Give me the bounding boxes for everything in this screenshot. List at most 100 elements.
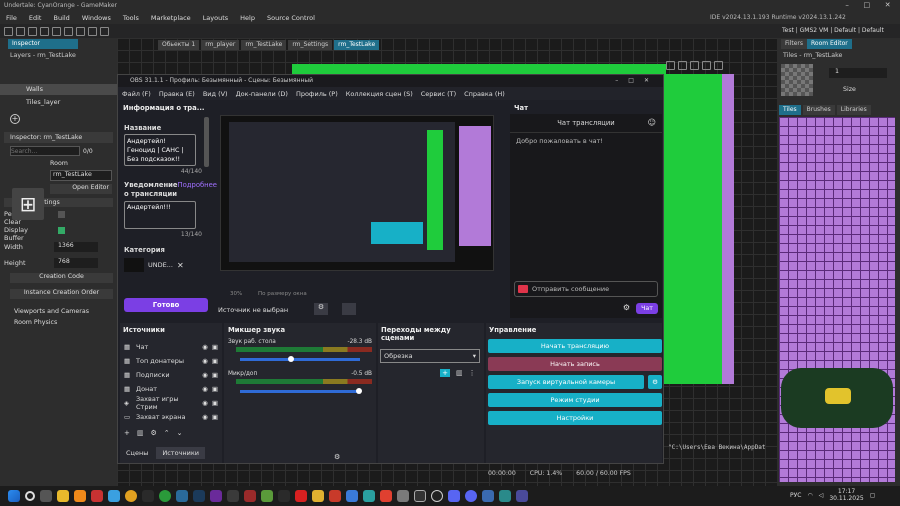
app-icon[interactable] xyxy=(397,490,409,502)
vlc-icon[interactable] xyxy=(74,490,86,502)
app-icon[interactable] xyxy=(227,490,239,502)
app-icon[interactable] xyxy=(499,490,511,502)
add-transition-icon[interactable]: + xyxy=(440,369,450,377)
lock-icon[interactable]: ▣ xyxy=(212,399,218,407)
source-item[interactable]: ▦ Донат ◉ ▣ xyxy=(120,382,222,396)
tab-room-editor[interactable]: Room Editor xyxy=(807,39,852,49)
done-button[interactable]: Готово xyxy=(124,298,208,312)
tab-editor[interactable]: rm_TestLake xyxy=(241,40,287,50)
tray-lang[interactable]: РУС xyxy=(790,492,801,499)
studio-mode-button[interactable]: Режим студии xyxy=(488,393,662,407)
zoom-mode[interactable]: По размеру окна xyxy=(258,291,307,297)
app-icon[interactable] xyxy=(312,490,324,502)
app-icon[interactable] xyxy=(346,490,358,502)
tab-editor[interactable]: rm_player xyxy=(201,40,240,50)
obs-menu-tools[interactable]: Сервис (T) xyxy=(417,90,460,98)
height-field[interactable]: 768 xyxy=(54,258,98,268)
virtual-camera-button[interactable]: Запуск виртуальной камеры xyxy=(488,375,644,389)
menu-edit[interactable]: Edit xyxy=(23,14,48,22)
obs-icon[interactable] xyxy=(431,490,443,502)
menu-source-control[interactable]: Source Control xyxy=(261,14,321,22)
source-item[interactable]: ▦ Топ донатеры ◉ ▣ xyxy=(120,354,222,368)
task-view-icon[interactable] xyxy=(40,490,52,502)
lock-icon[interactable]: ▣ xyxy=(212,357,218,365)
lock-icon[interactable]: ▣ xyxy=(212,385,218,393)
more-icon[interactable]: ⋮ xyxy=(469,369,476,377)
tab-editor[interactable]: rm_Settings xyxy=(288,40,333,50)
minecraft-icon[interactable] xyxy=(261,490,273,502)
persistent-checkbox[interactable] xyxy=(58,210,65,218)
transition-select[interactable]: Обрезка ▾ xyxy=(380,349,480,363)
obs-menu-profile[interactable]: Профиль (P) xyxy=(292,90,342,98)
virtual-camera-gear-icon[interactable]: ⚙ xyxy=(648,375,662,389)
volume-slider[interactable] xyxy=(240,388,362,394)
tab-inspector[interactable]: Inspector xyxy=(8,39,78,49)
stop-icon[interactable] xyxy=(88,26,97,36)
brush-size-field[interactable]: 1 xyxy=(829,68,887,78)
app-icon[interactable] xyxy=(108,490,120,502)
run-icon[interactable] xyxy=(76,26,85,36)
tab-tiles[interactable]: Tiles xyxy=(779,105,801,115)
obs-window-controls[interactable]: –□✕ xyxy=(615,75,659,87)
source-item[interactable]: ▦ Чат ◉ ▣ xyxy=(120,340,222,354)
tab-filters[interactable]: Filters xyxy=(781,39,807,49)
width-field[interactable]: 1366 xyxy=(54,242,98,252)
view-icon[interactable] xyxy=(714,61,723,70)
zoom-icon[interactable] xyxy=(666,61,675,70)
menu-layouts[interactable]: Layouts xyxy=(197,14,234,22)
notif-more-link[interactable]: Подробнее xyxy=(178,181,217,189)
layer-item[interactable]: Walls xyxy=(0,84,117,95)
home-icon[interactable] xyxy=(4,26,13,36)
chat-button[interactable]: Чат xyxy=(636,303,658,314)
app-icon[interactable] xyxy=(210,490,222,502)
eye-icon[interactable]: ◉ xyxy=(202,343,208,351)
clean-icon[interactable] xyxy=(52,26,61,36)
app-icon[interactable] xyxy=(176,490,188,502)
app-icon[interactable] xyxy=(363,490,375,502)
users-icon[interactable]: ☺ xyxy=(648,118,656,127)
app-icon[interactable] xyxy=(91,490,103,502)
menu-file[interactable]: File xyxy=(0,14,23,22)
window-controls[interactable]: – □ ✕ xyxy=(838,0,898,11)
menu-tools[interactable]: Tools xyxy=(117,14,145,22)
clear-display-checkbox[interactable] xyxy=(58,226,65,234)
tab-sources[interactable]: Источники xyxy=(156,447,206,459)
tab-libraries[interactable]: Libraries xyxy=(836,105,871,115)
obs-menu-view[interactable]: Вид (V) xyxy=(199,90,232,98)
mixer-gear-icon[interactable]: ⚙ xyxy=(334,453,340,461)
open-icon[interactable] xyxy=(28,26,37,36)
app-icon[interactable] xyxy=(448,490,460,502)
eye-icon[interactable]: ◉ xyxy=(202,371,208,379)
start-recording-button[interactable]: Начать запись xyxy=(488,357,662,371)
app-icon[interactable] xyxy=(142,490,154,502)
creation-code-button[interactable]: Creation Code xyxy=(10,273,113,283)
new-icon[interactable] xyxy=(16,26,25,36)
source-item[interactable]: ◈ Захват игры Стрим ◉ ▣ xyxy=(120,395,222,411)
source-settings-icon[interactable]: ⚙ xyxy=(314,303,328,315)
tab-scenes[interactable]: Сцены xyxy=(120,447,154,459)
viewports-header[interactable]: Viewports and Cameras xyxy=(14,308,117,315)
lock-icon[interactable]: ▣ xyxy=(212,371,218,379)
trash-icon[interactable]: ▥ xyxy=(456,369,463,377)
xbox-icon[interactable] xyxy=(159,490,171,502)
app-icon[interactable] xyxy=(516,490,528,502)
grid-icon[interactable] xyxy=(678,61,687,70)
obs-menu-help[interactable]: Справка (H) xyxy=(460,90,509,98)
down-icon[interactable]: ⌄ xyxy=(177,429,183,437)
chat-input[interactable]: Отправить сообщение xyxy=(514,281,658,297)
start-stream-button[interactable]: Начать трансляцию xyxy=(488,339,662,353)
layer-item[interactable]: Tiles_layer xyxy=(0,97,117,108)
notif-input[interactable]: Андертейл!!! xyxy=(124,201,196,229)
source-item[interactable]: ▦ Подписки ◉ ▣ xyxy=(120,368,222,382)
menu-windows[interactable]: Windows xyxy=(76,14,117,22)
up-icon[interactable]: ⌃ xyxy=(164,429,170,437)
gamemaker-icon[interactable] xyxy=(414,490,426,502)
chrome-icon[interactable] xyxy=(125,490,137,502)
volume-slider[interactable] xyxy=(240,356,360,362)
volume-icon[interactable]: ◁ xyxy=(819,492,824,499)
trash-icon[interactable]: ▥ xyxy=(137,429,144,437)
snap-icon[interactable] xyxy=(690,61,699,70)
menu-build[interactable]: Build xyxy=(47,14,75,22)
eye-icon[interactable]: ◉ xyxy=(202,413,208,421)
app-icon[interactable] xyxy=(244,490,256,502)
